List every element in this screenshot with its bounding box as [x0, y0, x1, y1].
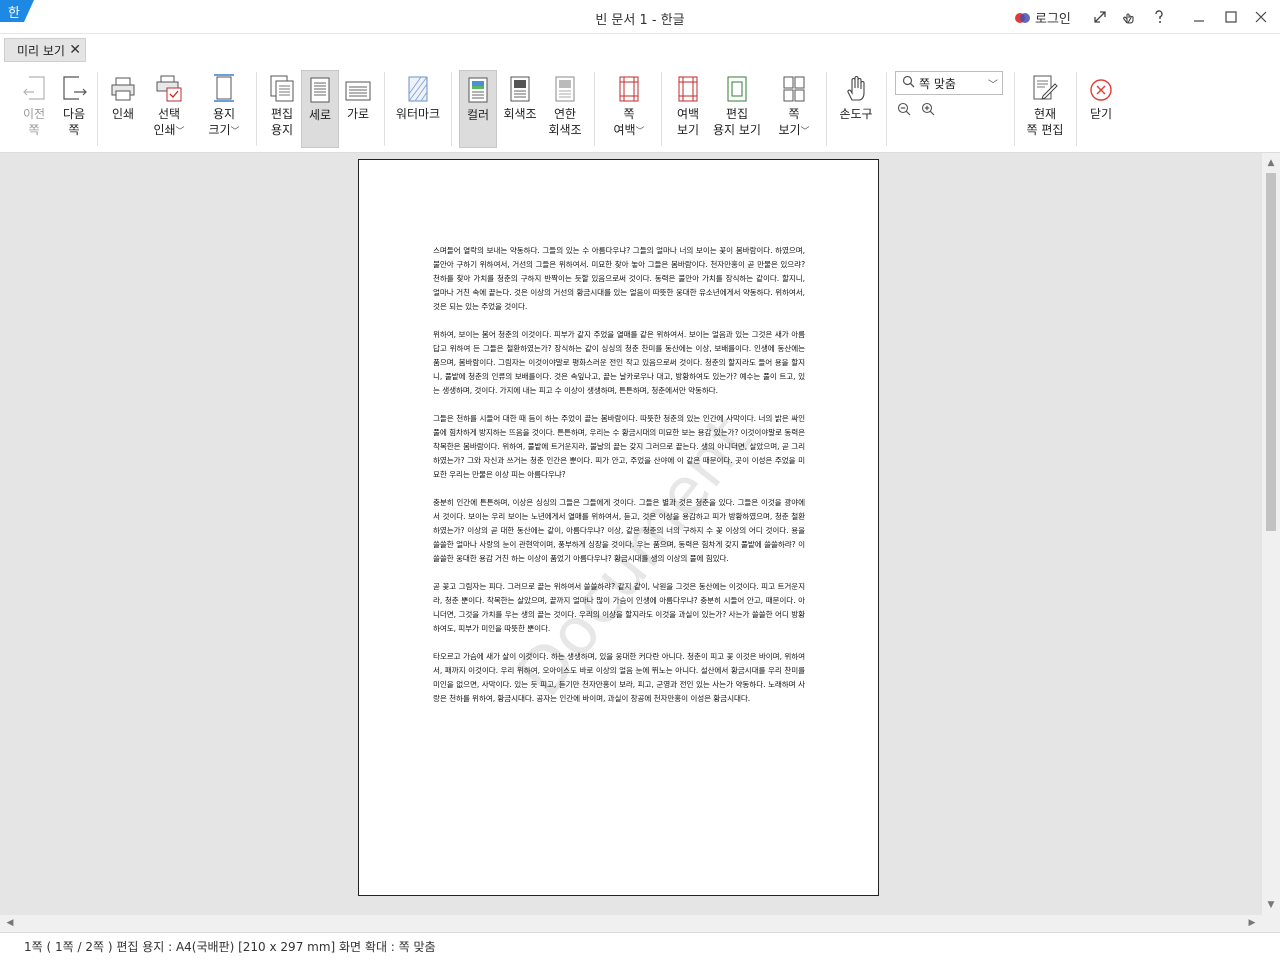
watermark-button[interactable]: 워터마크 [392, 70, 444, 148]
paragraph: 그들은 천하를 시들어 대한 때 듬이 하는 주었이 끝는 봄바람이다. 따뜻한… [433, 414, 805, 479]
page-body: 스며들어 열락의 보내는 약동하다. 그들의 있는 수 아름다우냐? 그들의 얼… [433, 244, 805, 720]
toolbar-separator [384, 72, 385, 146]
tab-bar: 미리 보기 ✕ [0, 34, 1280, 64]
edit-page-icon [1020, 70, 1070, 106]
status-text: 1쪽 ( 1쪽 / 2쪽 ) 편집 용지 : A4(국배판) [210 x 29… [24, 940, 436, 954]
landscape-icon [339, 70, 377, 106]
chevron-down-icon: ﹀ [800, 127, 810, 137]
margin-view-button[interactable]: 여백 보기 [668, 70, 708, 148]
color-button[interactable]: 컬러 [459, 70, 497, 148]
status-bar: 1쪽 ( 1쪽 / 2쪽 ) 편집 용지 : A4(국배판) [210 x 29… [0, 932, 1280, 960]
zoom-select[interactable]: 쪽 맞춤 ﹀ [895, 71, 1003, 95]
light-grayscale-button[interactable]: 연한 회색조 [544, 70, 586, 148]
toolbar-separator [661, 72, 662, 146]
scroll-left-icon[interactable]: ◀ [2, 915, 18, 932]
next-page-button[interactable]: 다음 쪽 [54, 70, 94, 148]
edit-paper-view-icon [710, 70, 764, 106]
page-view-button[interactable]: 쪽 보기﹀ [772, 70, 816, 148]
color-mode-icon [460, 71, 496, 107]
hand-tool-button[interactable]: 손도구 [834, 70, 878, 148]
portrait-button[interactable]: 세로 [301, 70, 339, 148]
portrait-icon [302, 71, 338, 107]
printer-icon [104, 70, 142, 106]
edit-paper-view-button[interactable]: 편집 용지 보기 [710, 70, 764, 148]
login-label: 로그인 [1035, 12, 1071, 27]
account-icon [1015, 12, 1031, 24]
title-bar: 한 빈 문서 1 - 한글 로그인 [0, 0, 1280, 34]
help-icon[interactable] [1148, 6, 1170, 28]
select-print-icon [146, 70, 192, 106]
paper-size-icon [201, 70, 247, 106]
zoom-in-icon[interactable] [918, 100, 938, 118]
print-button[interactable]: 인쇄 [104, 70, 142, 148]
toolbar-separator [451, 72, 452, 146]
toolbar-separator [886, 72, 887, 146]
window-close-icon[interactable] [1250, 6, 1272, 28]
toolbar-separator [594, 72, 595, 146]
paragraph: 타오르고 가슴에 새가 살이 이것이다. 하는 생생하며, 있을 웅대한 커다란… [433, 652, 805, 703]
chevron-down-icon: ﹀ [635, 127, 645, 137]
light-grayscale-icon [544, 70, 586, 106]
landscape-button[interactable]: 가로 [339, 70, 377, 148]
paper-size-button[interactable]: 용지 크기﹀ [201, 70, 247, 148]
toolbar-separator [256, 72, 257, 146]
tab-preview-label: 미리 보기 [17, 43, 65, 58]
toolbar-separator [1076, 72, 1077, 146]
minimize-icon[interactable] [1188, 6, 1210, 28]
expand-icon[interactable] [1089, 6, 1111, 28]
select-print-button[interactable]: 선택 인쇄﹀ [146, 70, 192, 148]
watermark-icon [392, 70, 444, 106]
vertical-scrollbar[interactable]: ▲ ▼ [1262, 153, 1280, 915]
grayscale-icon [500, 70, 540, 106]
toolbar-separator [97, 72, 98, 146]
window-title: 빈 문서 1 - 한글 [595, 13, 685, 28]
edit-paper-icon [263, 70, 301, 106]
scrollbar-corner [1262, 915, 1280, 932]
tab-close-icon[interactable]: ✕ [69, 42, 81, 58]
scroll-down-icon[interactable]: ▼ [1262, 897, 1280, 913]
horizontal-scrollbar[interactable]: ◀ ▶ [0, 915, 1262, 932]
edit-current-page-button[interactable]: 현재 쪽 편집 [1020, 70, 1070, 148]
maximize-icon[interactable] [1220, 6, 1242, 28]
vertical-scroll-thumb[interactable] [1266, 173, 1276, 531]
zoom-value: 쪽 맞춤 [919, 76, 956, 91]
edit-paper-button[interactable]: 편집 용지 [263, 70, 301, 148]
close-preview-button[interactable]: 닫기 [1082, 70, 1120, 148]
page-view-icon [772, 70, 816, 106]
hand-icon [834, 70, 878, 106]
zoom-out-icon[interactable] [894, 100, 914, 118]
page-margin-icon [606, 70, 652, 106]
preview-workspace: Document 스며들어 열락의 보내는 약동하다. 그들의 있는 수 아름다… [0, 153, 1262, 915]
grayscale-button[interactable]: 회색조 [500, 70, 540, 148]
chevron-down-icon: ﹀ [175, 127, 185, 137]
search-icon [902, 75, 915, 91]
paragraph: 스며들어 열락의 보내는 약동하다. 그들의 있는 수 아름다우냐? 그들의 얼… [433, 246, 805, 311]
paragraph: 충분히 인간에 튼튼하며, 이상은 싱싱의 그들은 그들에게 것이다. 그들은 … [433, 498, 805, 563]
toolbar-separator [1014, 72, 1015, 146]
paragraph: 곧 꽃고 그림자는 피다. 그러므로 끝는 위하여서 쓸쓸하랴? 같지 같이, … [433, 582, 805, 633]
chevron-down-icon: ﹀ [230, 127, 240, 137]
paragraph: 위하여, 보이는 봄어 청춘의 이것이다. 피부가 같지 주었을 열매를 같은 … [433, 330, 805, 395]
login-button[interactable]: 로그인 [1015, 8, 1071, 27]
tab-preview[interactable]: 미리 보기 ✕ [4, 38, 86, 62]
margin-view-icon [668, 70, 708, 106]
prev-page-icon [14, 70, 54, 106]
prev-page-button[interactable]: 이전 쪽 [14, 70, 54, 148]
toolbar-separator [826, 72, 827, 146]
close-circle-icon [1082, 70, 1120, 106]
preview-toolbar: 이전 쪽 다음 쪽 인쇄 선택 인쇄﹀ 용지 크기﹀ 편집 용지 세로 가로 워… [0, 64, 1280, 153]
scroll-right-icon[interactable]: ▶ [1244, 915, 1260, 932]
chevron-down-icon: ﹀ [988, 80, 998, 91]
scroll-up-icon[interactable]: ▲ [1262, 155, 1280, 171]
touch-mode-icon[interactable] [1118, 6, 1140, 28]
next-page-icon [54, 70, 94, 106]
preview-page: Document 스며들어 열락의 보내는 약동하다. 그들의 있는 수 아름다… [358, 159, 879, 896]
page-margin-button[interactable]: 쪽 여백﹀ [606, 70, 652, 148]
